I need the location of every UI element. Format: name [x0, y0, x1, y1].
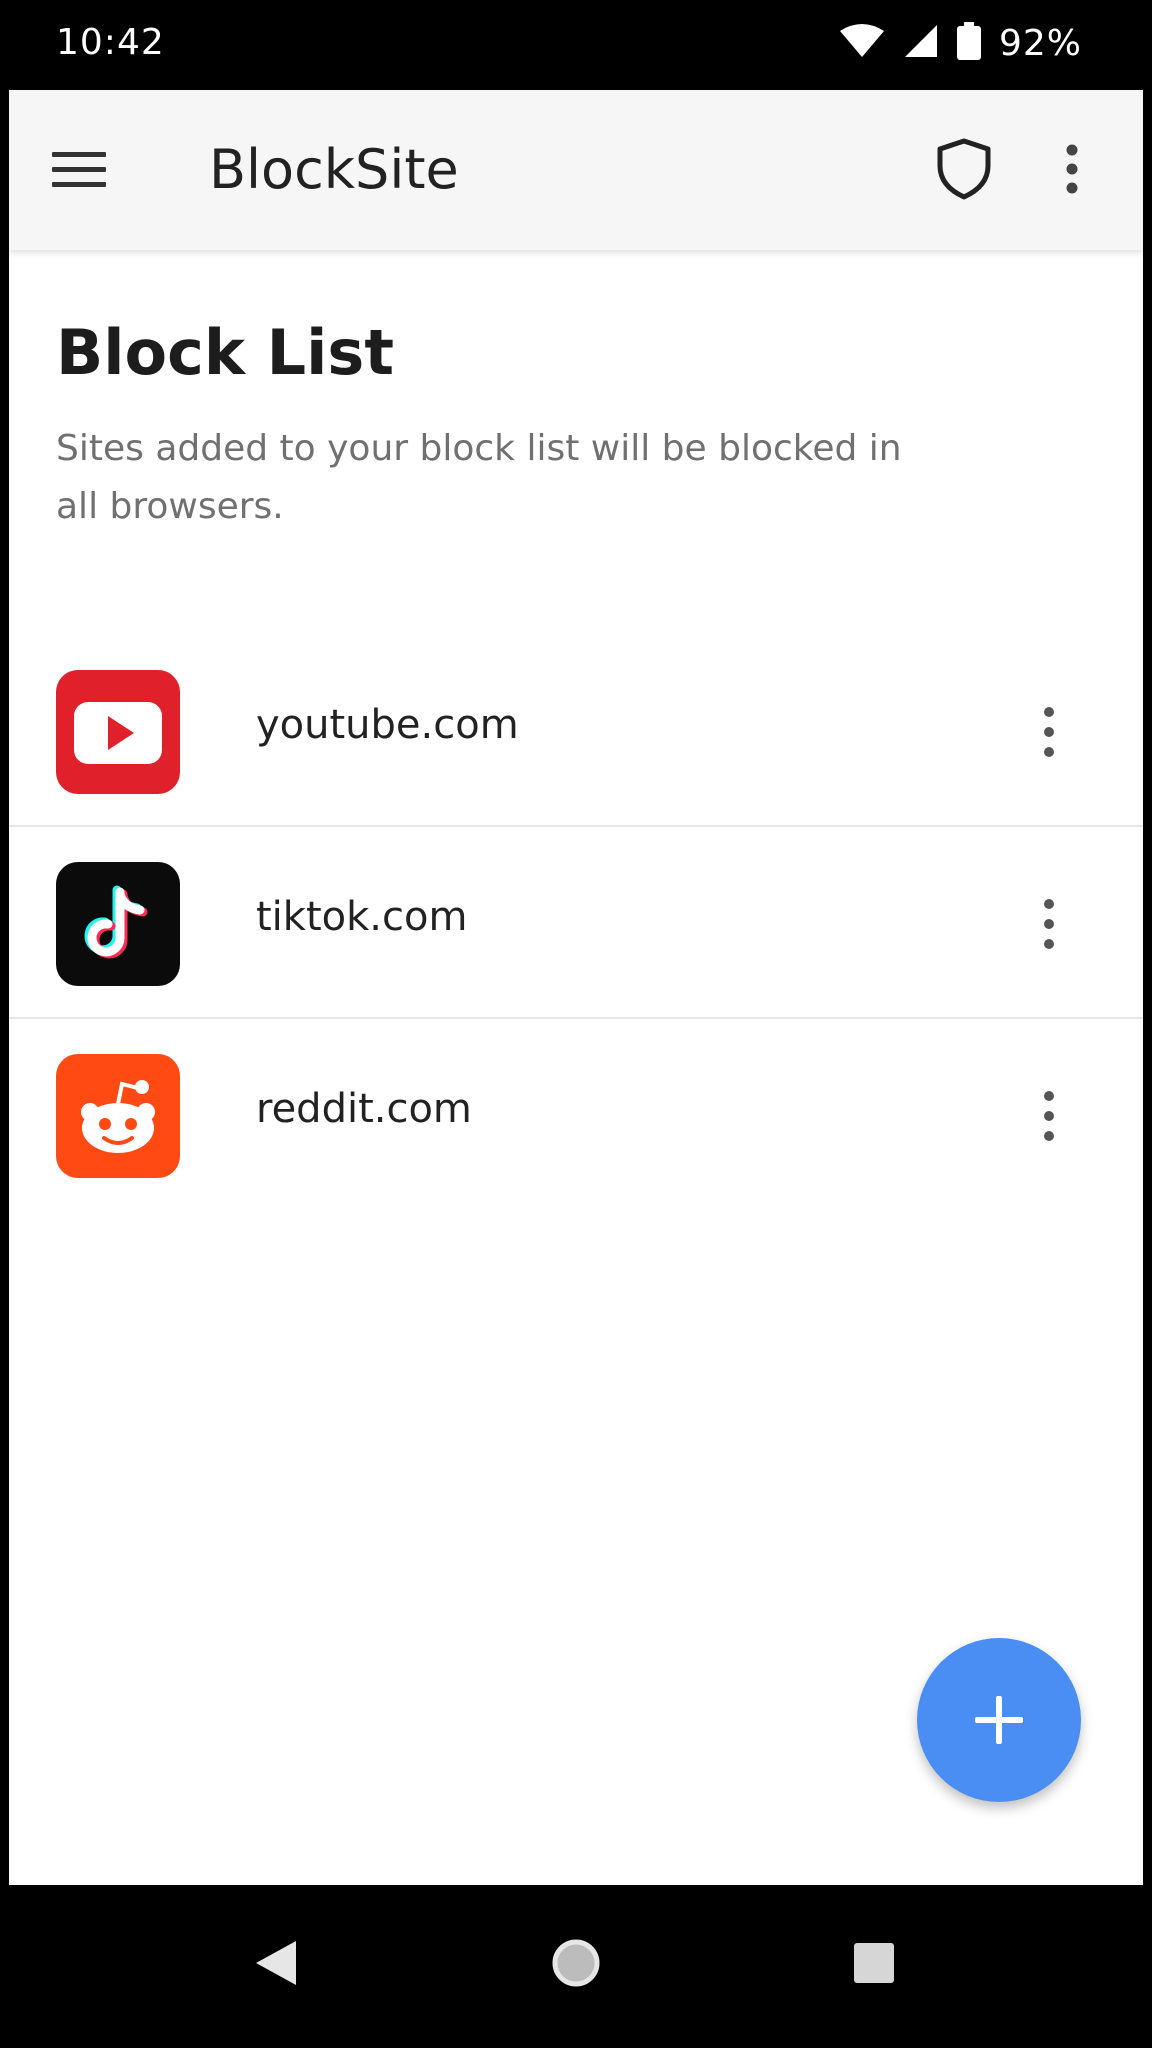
- item-menu-button[interactable]: [1029, 1079, 1069, 1153]
- menu-button[interactable]: [49, 140, 109, 200]
- recents-icon: [854, 1943, 894, 1983]
- wifi-icon: [839, 23, 885, 63]
- page-title: Block List: [56, 316, 394, 389]
- back-button[interactable]: [236, 1923, 316, 2003]
- site-name: tiktok.com: [256, 894, 468, 940]
- more-vertical-icon: [1066, 144, 1078, 194]
- navigation-bar: [0, 1885, 1152, 2048]
- cell-signal-icon: [903, 23, 939, 63]
- more-vertical-icon: [1044, 1091, 1054, 1141]
- app-screen: BlockSite Block List Sites added to your…: [9, 90, 1143, 1885]
- status-time: 10:42: [56, 22, 165, 63]
- item-menu-button[interactable]: [1029, 695, 1069, 769]
- list-item[interactable]: reddit.com: [9, 1019, 1143, 1211]
- back-icon: [256, 1941, 296, 1985]
- home-icon: [552, 1939, 600, 1987]
- item-menu-button[interactable]: [1029, 887, 1069, 961]
- site-name: reddit.com: [256, 1086, 472, 1132]
- tiktok-logo-icon: [56, 862, 180, 986]
- shield-button[interactable]: [929, 134, 999, 204]
- battery-icon: [956, 22, 981, 64]
- device-frame: 10:42 92% BlockSite Block List Sites add…: [0, 0, 1152, 2048]
- recents-button[interactable]: [834, 1923, 914, 2003]
- status-bar: 10:42 92%: [0, 0, 1152, 90]
- app-title: BlockSite: [209, 138, 459, 201]
- more-vertical-icon: [1044, 899, 1054, 949]
- site-name: youtube.com: [256, 702, 519, 748]
- menu-icon: [52, 152, 106, 187]
- home-button[interactable]: [536, 1923, 616, 2003]
- list-item[interactable]: youtube.com: [9, 635, 1143, 827]
- app-bar: BlockSite: [9, 90, 1143, 250]
- shield-icon: [937, 138, 991, 200]
- list-item[interactable]: tiktok.com: [9, 827, 1143, 1019]
- reddit-logo-icon: [56, 1054, 180, 1178]
- more-vertical-icon: [1044, 707, 1054, 757]
- add-site-button[interactable]: [917, 1638, 1081, 1802]
- block-list: youtube.com tiktok.com reddit.com: [9, 635, 1143, 1211]
- battery-percent: 92%: [998, 22, 1082, 64]
- overflow-menu-button[interactable]: [1047, 134, 1097, 204]
- status-icons: 92%: [839, 22, 1082, 64]
- youtube-logo-icon: [56, 670, 180, 794]
- plus-icon: [975, 1696, 1023, 1744]
- page-description: Sites added to your block list will be b…: [56, 428, 902, 527]
